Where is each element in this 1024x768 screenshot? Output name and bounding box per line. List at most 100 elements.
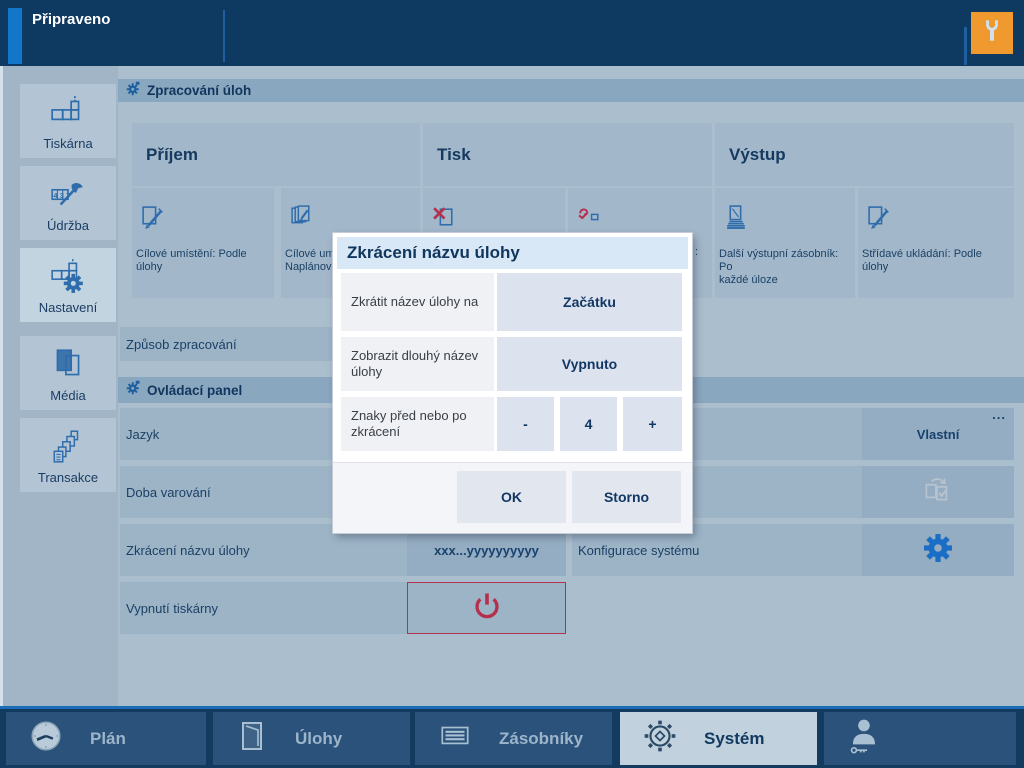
column-header-label: Tisk xyxy=(437,145,471,165)
column-header-tisk: Tisk xyxy=(423,123,712,186)
sidebar-item-tiskarna[interactable]: Tiskárna xyxy=(20,84,116,158)
clock-icon xyxy=(28,718,64,759)
value-text: Vlastní xyxy=(917,427,960,442)
output-tray-icon xyxy=(723,204,750,236)
sidebar-item-label: Tiskárna xyxy=(43,136,92,151)
system-configuration-button[interactable] xyxy=(862,524,1014,576)
show-long-name-toggle-button[interactable]: Vypnuto xyxy=(497,337,682,391)
vlastni-value-button[interactable]: Vlastní ... xyxy=(862,408,1014,460)
dialog-row-label: Zkrátit název úlohy na xyxy=(341,273,494,331)
power-icon xyxy=(469,588,505,629)
copy-settings-button-disabled xyxy=(862,466,1014,518)
label-text: Zkrátit název úlohy na xyxy=(351,294,478,310)
value-text: Začátku xyxy=(563,294,616,310)
minus-label: - xyxy=(523,416,528,432)
card-text: Cílové umístění: Podle úlohy xyxy=(136,248,271,274)
printer-status-text: Připraveno xyxy=(32,11,110,28)
label-text: Znaky před nebo po zkrácení xyxy=(351,408,486,440)
wrench-icon xyxy=(977,16,1007,51)
printer-icon xyxy=(49,92,87,132)
sidebar-item-media[interactable]: Média xyxy=(20,336,116,410)
decrement-button[interactable]: - xyxy=(497,397,554,451)
nav-tab-label: Úlohy xyxy=(295,729,342,749)
copy-check-disabled-icon xyxy=(920,472,956,513)
doc-cross-red-icon xyxy=(431,204,458,236)
row-label: Vypnutí tiskárny xyxy=(126,601,218,616)
transactions-icon xyxy=(49,426,87,466)
media-icon xyxy=(49,344,87,384)
count-text: 4 xyxy=(585,416,593,432)
truncate-position-button[interactable]: Začátku xyxy=(497,273,682,331)
ok-label: OK xyxy=(501,489,522,505)
column-header-label: Příjem xyxy=(146,145,198,165)
row-label: Konfigurace systému xyxy=(578,543,699,558)
dialog-row-label: Znaky před nebo po zkrácení xyxy=(341,397,494,451)
card-alternate-stacking[interactable]: Střídavé ukládání: Podle úlohy xyxy=(858,188,1014,298)
settings-icon xyxy=(49,256,87,296)
value-text: xxx...yyyyyyyyyy xyxy=(434,543,539,558)
cancel-label: Storno xyxy=(604,489,649,505)
sidebar-item-nastaveni[interactable]: Nastavení xyxy=(20,248,116,322)
maintenance-icon: 437 xyxy=(49,174,87,214)
card-target-location[interactable]: Cílové umístění: Podle úlohy xyxy=(132,188,274,298)
column-header-vystup: Výstup xyxy=(715,123,1014,186)
sidebar-item-udrzba[interactable]: 437 Údržba xyxy=(20,166,116,240)
sidebar-item-label: Údržba xyxy=(47,218,89,233)
topbar-divider-right xyxy=(964,27,967,65)
section-header-job-processing: Zpracování úloh xyxy=(118,79,1024,102)
printer-control-screen: Připraveno Tiskárn xyxy=(0,0,1024,768)
check-red-printer-icon xyxy=(576,204,603,236)
job-name-truncation-dialog: Zkrácení názvu úlohy Zkrátit název úlohy… xyxy=(333,233,692,533)
nav-tab-label: Zásobníky xyxy=(499,729,583,749)
trays-icon xyxy=(437,718,473,759)
sidebar-item-label: Média xyxy=(50,388,85,403)
docs-stack-pencil-icon xyxy=(289,204,316,236)
plus-label: + xyxy=(648,416,656,432)
section-title: Zpracování úloh xyxy=(147,83,251,98)
row-label: Zkrácení názvu úlohy xyxy=(126,543,250,558)
nav-tab-plan[interactable]: Plán xyxy=(6,712,206,765)
nav-tab-ulohy[interactable]: Úlohy xyxy=(213,712,410,765)
ok-button[interactable]: OK xyxy=(457,471,566,523)
sidebar-item-label: Transakce xyxy=(38,470,98,485)
nav-tab-user[interactable] xyxy=(824,712,1016,765)
nav-tab-system[interactable]: Systém xyxy=(620,712,817,765)
cancel-button[interactable]: Storno xyxy=(572,471,681,523)
dialog-footer: OK Storno xyxy=(333,462,692,533)
more-options-ellipsis: ... xyxy=(992,407,1006,422)
power-off-button[interactable] xyxy=(407,582,566,634)
row-label: Způsob zpracování xyxy=(126,337,237,352)
label-text: Zobrazit dlouhý název úlohy xyxy=(351,348,486,380)
jobs-doc-icon xyxy=(235,719,269,758)
bottom-navigation-bar: Plán Úlohy Zásobníky xyxy=(0,706,1024,768)
doc-pencil-icon xyxy=(866,204,893,236)
card-output-tray[interactable]: Další výstupní zásobník: Po každé úloze xyxy=(715,188,855,298)
status-accent-bar xyxy=(8,8,22,64)
card-text-fragment: : xyxy=(695,246,698,258)
service-wrench-button[interactable] xyxy=(971,12,1013,54)
increment-button[interactable]: + xyxy=(623,397,682,451)
sidebar-item-label: Nastavení xyxy=(39,300,98,315)
card-text: Další výstupní zásobník: Po každé úloze xyxy=(719,248,852,287)
row-vypnuti-tiskarny[interactable]: Vypnutí tiskárny xyxy=(120,582,566,634)
section-title: Ovládací panel xyxy=(147,383,242,398)
gear-outline-icon xyxy=(642,718,678,759)
gear-printer-icon xyxy=(126,380,141,400)
row-label: Jazyk xyxy=(126,427,159,442)
nav-tab-label: Systém xyxy=(704,729,764,749)
dialog-row-label: Zobrazit dlouhý název úlohy xyxy=(341,337,494,391)
nav-tab-label: Plán xyxy=(90,729,126,749)
card-text: Střídavé ukládání: Podle úlohy xyxy=(862,248,1011,274)
value-text: Vypnuto xyxy=(562,356,617,372)
dialog-title: Zkrácení názvu úlohy xyxy=(337,237,688,269)
bottombar-accent-line xyxy=(0,706,1024,709)
sidebar-item-transakce[interactable]: Transakce xyxy=(20,418,116,492)
person-key-icon xyxy=(846,716,884,761)
nav-tab-zasobniky[interactable]: Zásobníky xyxy=(415,712,612,765)
settings-sidebar: Tiskárna 437 Údržba xyxy=(0,66,118,706)
gear-blue-icon xyxy=(921,531,955,570)
doc-pencil-icon xyxy=(140,204,167,236)
column-header-prijem: Příjem xyxy=(132,123,420,186)
topbar-divider xyxy=(223,10,225,62)
character-count-value: 4 xyxy=(560,397,617,451)
